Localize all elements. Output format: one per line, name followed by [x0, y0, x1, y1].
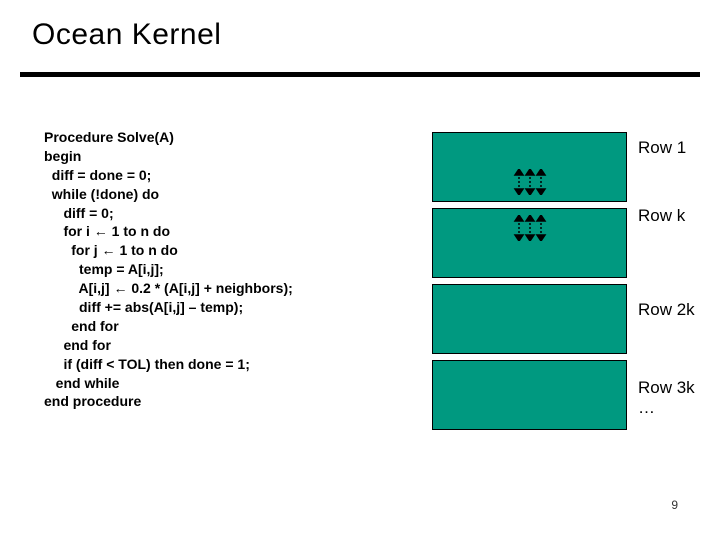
partition-block [432, 284, 627, 354]
exchange-arrows-icon [505, 169, 555, 195]
code-line: end for [44, 337, 111, 353]
code-line: for i ← 1 to n do [44, 223, 170, 239]
row-label: Row k [638, 206, 685, 226]
code-line: for j ← 1 to n do [44, 242, 178, 258]
code-line: A[i,j] ← 0.2 * (A[i,j] + neighbors); [44, 280, 293, 296]
code-line: end while [44, 375, 119, 391]
code-line: diff = 0; [44, 205, 114, 221]
code-line: end procedure [44, 393, 141, 409]
code-line: Procedure Solve(A) [44, 129, 174, 145]
exchange-arrows-icon [505, 215, 555, 241]
code-line: while (!done) do [44, 186, 159, 202]
slide-title: Ocean Kernel [32, 18, 221, 52]
code-line: if (diff < TOL) then done = 1; [44, 356, 250, 372]
row-ellipsis: … [638, 398, 655, 418]
page-number: 9 [671, 498, 678, 512]
row-label: Row 2k [638, 300, 695, 320]
partition-diagram [432, 132, 627, 436]
code-line: diff += abs(A[i,j] – temp); [44, 299, 243, 315]
pseudocode-block: Procedure Solve(A) begin diff = done = 0… [44, 128, 293, 411]
partition-block [432, 360, 627, 430]
row-label: Row 3k [638, 378, 695, 398]
code-line: diff = done = 0; [44, 167, 151, 183]
code-line: temp = A[i,j]; [44, 261, 164, 277]
code-line: begin [44, 148, 81, 164]
partition-block [432, 132, 627, 202]
partition-block [432, 208, 627, 278]
code-line: end for [44, 318, 119, 334]
title-rule [20, 72, 700, 77]
row-label: Row 1 [638, 138, 686, 158]
